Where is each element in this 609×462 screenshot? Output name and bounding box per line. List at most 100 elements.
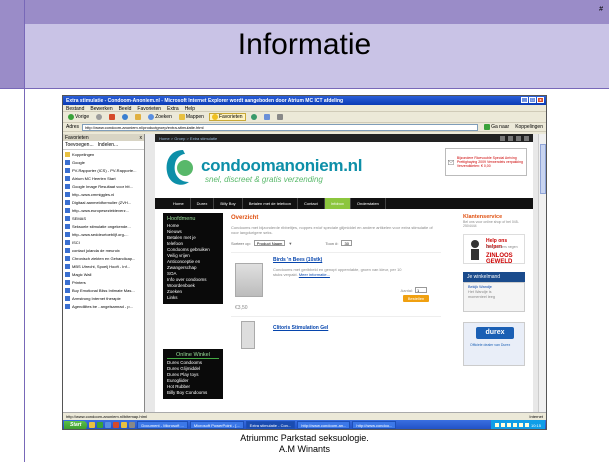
favorites-item[interactable]: Printers bbox=[63, 278, 144, 286]
product-image[interactable] bbox=[235, 263, 263, 297]
favorites-item[interactable]: http--www.cmmiggles.nl bbox=[63, 190, 144, 198]
maximize-icon[interactable]: □ bbox=[529, 97, 536, 103]
favorites-item[interactable]: Chronisch ziekten en Gehandicap... bbox=[63, 254, 144, 262]
site-nav-item[interactable]: Home bbox=[167, 198, 191, 209]
quicklaunch-icon[interactable] bbox=[129, 422, 136, 428]
product-name-link-2[interactable]: Clitoris Stimulation Gel bbox=[273, 325, 328, 331]
favorites-item[interactable]: Koppelingen bbox=[63, 150, 144, 158]
site-nav-item[interactable]: Infobox bbox=[324, 198, 351, 209]
page-scrollbar[interactable] bbox=[538, 134, 546, 412]
cart-title: Je winkelmand bbox=[463, 272, 525, 282]
site-logo-icon[interactable] bbox=[163, 146, 197, 190]
back-arrow-icon bbox=[68, 114, 74, 120]
favorites-item[interactable]: SEMAS bbox=[63, 214, 144, 222]
favorites-item[interactable]: PV-Rapporter (ICS) - PV-Rapporte... bbox=[63, 166, 144, 174]
quicklaunch-icon[interactable] bbox=[121, 422, 128, 428]
favorites-add-button[interactable]: Toevoegen... bbox=[65, 142, 94, 148]
menu-bewerken[interactable]: Bewerken bbox=[90, 106, 112, 112]
site-logo-name[interactable]: condoomanoniem.nl bbox=[201, 156, 362, 176]
main-menu: Hoofdmenu Home Nieuws Betalen met je telefo… bbox=[163, 213, 223, 304]
sort-select[interactable]: Product Naam bbox=[253, 240, 286, 246]
menu-help[interactable]: Help bbox=[185, 106, 195, 112]
quicklaunch-icon[interactable] bbox=[97, 422, 104, 428]
taskbar-task[interactable]: http://www.condoo... bbox=[352, 421, 397, 429]
favorites-pane: Favorieten x Toevoegen... Indelen... Kop… bbox=[63, 134, 145, 412]
taskbar-task[interactable]: http://www.condoom-an... bbox=[297, 421, 351, 429]
favorites-item[interactable]: Buy Emotional Bliss Intimate Mas... bbox=[63, 286, 144, 294]
favorites-item[interactable]: http--www.europeseziekteverz... bbox=[63, 206, 144, 214]
stop-button[interactable] bbox=[107, 113, 117, 121]
site-icon-4[interactable] bbox=[524, 135, 529, 141]
close-icon[interactable]: x bbox=[537, 97, 544, 103]
site-icon-2[interactable] bbox=[508, 135, 513, 141]
quicklaunch-icon[interactable] bbox=[89, 422, 96, 428]
mail-button[interactable] bbox=[262, 113, 272, 121]
home-button[interactable] bbox=[133, 113, 143, 121]
taskbar-task[interactable]: Extra stimulatie - Con... bbox=[245, 421, 296, 429]
quicklaunch-icon[interactable] bbox=[113, 422, 120, 428]
sort-arrow-icon[interactable]: ▼ bbox=[288, 241, 292, 246]
menu-beeld[interactable]: Beeld bbox=[119, 106, 132, 112]
order-button[interactable]: Bestellen bbox=[403, 295, 429, 302]
tray-icon[interactable] bbox=[512, 423, 517, 427]
more-info-link[interactable]: Meer informatie... bbox=[299, 272, 330, 277]
site-nav-item[interactable]: Betalen met de telefoon bbox=[243, 198, 298, 209]
minimize-icon[interactable]: _ bbox=[521, 97, 528, 103]
forward-button[interactable] bbox=[94, 113, 104, 121]
menu-link[interactable]: Billy Boy Condooms bbox=[167, 390, 219, 396]
favorites-item[interactable]: Armstrong Internet therapie bbox=[63, 294, 144, 302]
search-button[interactable]: Zoeken bbox=[146, 113, 174, 121]
favorites-item[interactable]: contact jolanda de meuroix bbox=[63, 246, 144, 254]
favorites-item[interactable]: Magic Wall bbox=[63, 270, 144, 278]
favorites-item[interactable]: Digitaal aanmeldformulier (ZVH... bbox=[63, 198, 144, 206]
favorites-item[interactable]: MBS Utrecht, Spoelj Hooft - Inf... bbox=[63, 262, 144, 270]
site-icon-3[interactable] bbox=[516, 135, 521, 141]
tray-icon[interactable] bbox=[500, 423, 505, 427]
product-name-link[interactable]: Birds 'n Bees (10stk) bbox=[273, 257, 322, 263]
favorites-item[interactable]: http--www.seddeurtoeblijf.org-... bbox=[63, 230, 144, 238]
favorites-item[interactable]: Google Image Resultaat voor htt... bbox=[63, 182, 144, 190]
menu-link[interactable]: Links bbox=[167, 295, 219, 301]
menu-extra[interactable]: Extra bbox=[167, 106, 179, 112]
site-nav-item[interactable]: Durex bbox=[191, 198, 215, 209]
favorites-item[interactable]: ISCI bbox=[63, 238, 144, 246]
go-button[interactable]: Ga naar bbox=[481, 124, 512, 131]
site-icon-1[interactable] bbox=[500, 135, 505, 141]
show-select[interactable]: 30 bbox=[341, 240, 352, 246]
favorites-button[interactable]: Favorieten bbox=[208, 113, 246, 121]
tray-icon[interactable] bbox=[494, 423, 499, 427]
favorites-item[interactable]: Seksuele stimulatie ongekende... bbox=[63, 222, 144, 230]
taskbar-task[interactable]: Document - Microsoft ... bbox=[137, 421, 188, 429]
product-image-2[interactable] bbox=[241, 321, 255, 349]
start-button[interactable]: Start bbox=[64, 420, 88, 429]
print-button[interactable] bbox=[275, 113, 285, 121]
favorites-item[interactable]: Atrium MC Heerlen Start bbox=[63, 174, 144, 182]
help-banner[interactable]: Help ons helpen Steun anders negen ZINLO… bbox=[463, 234, 525, 265]
site-nav-item[interactable]: Billy Boy bbox=[214, 198, 243, 209]
menu-favorieten[interactable]: Favorieten bbox=[137, 106, 161, 112]
durex-banner[interactable]: durex Officiele dealer van Durex bbox=[463, 322, 525, 366]
back-button[interactable]: Vorige bbox=[66, 113, 91, 121]
quicklaunch-icon[interactable] bbox=[105, 422, 112, 428]
site-nav-item[interactable]: Contact bbox=[298, 198, 325, 209]
links-label[interactable]: Koppelingen bbox=[515, 124, 543, 130]
taskbar-task[interactable]: Microsoft PowerPoint - [... bbox=[189, 421, 244, 429]
history-button[interactable] bbox=[249, 113, 259, 121]
refresh-button[interactable] bbox=[120, 113, 130, 121]
favorites-close-icon[interactable]: x bbox=[140, 135, 143, 141]
favorites-organize-button[interactable]: Indelen... bbox=[98, 142, 119, 148]
tray-icon[interactable] bbox=[518, 423, 523, 427]
favorites-item[interactable]: Agendilites be - angelsamrad - p... bbox=[63, 302, 144, 310]
site-nav-item[interactable]: Onderstaten bbox=[351, 198, 386, 209]
promo-box[interactable]: Bijzondere Ricevouble Special Arriving P… bbox=[445, 148, 527, 176]
tray-icon[interactable] bbox=[506, 423, 511, 427]
address-input[interactable]: http://www.condoom-anoniem.nl/productgro… bbox=[82, 123, 479, 131]
tray-icon[interactable] bbox=[524, 423, 529, 427]
breadcrumb[interactable]: Home > Groep > Extra stimulatie bbox=[159, 136, 217, 141]
folders-button[interactable]: Mappen bbox=[177, 113, 206, 121]
page-icon bbox=[65, 295, 70, 301]
favorites-item[interactable]: Google bbox=[63, 158, 144, 166]
quantity-input[interactable]: 1 bbox=[415, 287, 427, 293]
menu-bestand[interactable]: Bestand bbox=[66, 106, 84, 112]
scrollbar-thumb[interactable] bbox=[540, 144, 546, 194]
